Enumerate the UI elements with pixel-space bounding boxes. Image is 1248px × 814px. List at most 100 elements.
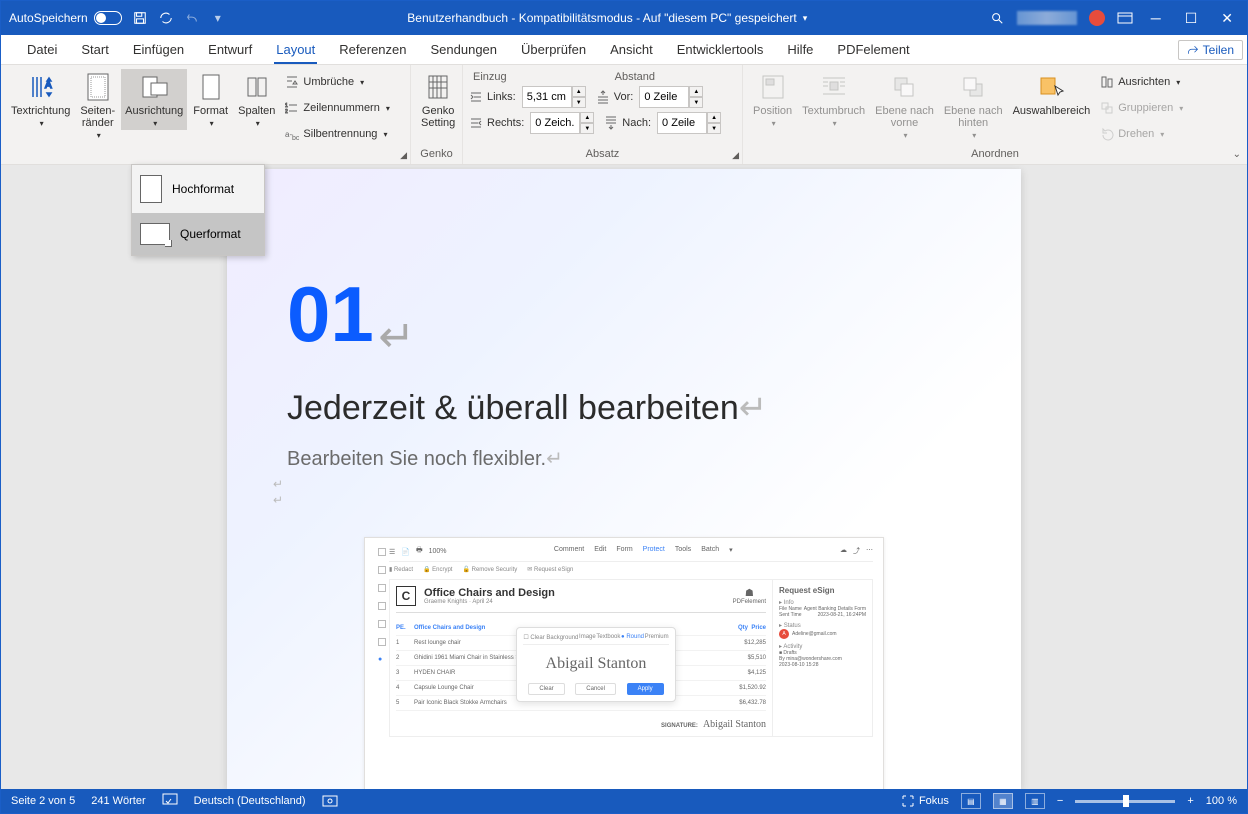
tab-entwicklertools[interactable]: Entwicklertools <box>665 35 776 64</box>
orientation-button[interactable]: Ausrichtung ▾ <box>121 69 187 130</box>
menu-tabs: Datei Start Einfügen Entwurf Layout Refe… <box>1 35 1247 65</box>
spacing-before-icon <box>596 90 610 104</box>
status-words[interactable]: 241 Wörter <box>91 795 145 807</box>
rotate-button: Drehen▾ <box>1100 122 1183 146</box>
send-backward-icon <box>957 71 989 103</box>
signature-popup: ☐ Clear Background Image Textbook ● Roun… <box>516 627 676 702</box>
align-icon <box>1100 75 1114 89</box>
minimize-button[interactable]: ─ <box>1145 10 1167 26</box>
indent-left-input[interactable]: ▲▼ <box>522 86 586 108</box>
size-label: Format <box>193 105 228 117</box>
share-button[interactable]: Teilen <box>1178 40 1243 60</box>
autosave-toggle[interactable]: AutoSpeichern <box>9 11 122 25</box>
search-icon[interactable] <box>989 10 1005 26</box>
tab-referenzen[interactable]: Referenzen <box>327 35 418 64</box>
embedded-toolbar: ▮ Redact 🔒 Encrypt 🔓 Remove Security ✉ R… <box>389 566 873 573</box>
zoom-in-button[interactable]: + <box>1187 795 1193 807</box>
page-setup-launcher[interactable]: ◢ <box>400 150 407 161</box>
margins-button[interactable]: Seiten- ränder ▾ <box>76 69 119 142</box>
statusbar: Seite 2 von 5 241 Wörter Deutsch (Deutsc… <box>1 789 1247 813</box>
margins-icon <box>82 71 114 103</box>
paragraph-mark-icon: ↵ <box>273 477 961 491</box>
columns-button[interactable]: Spalten ▾ <box>234 69 279 130</box>
undo-icon[interactable] <box>184 10 200 26</box>
size-button[interactable]: Format ▾ <box>189 69 232 130</box>
spacing-before-input[interactable]: ▲▼ <box>639 86 703 108</box>
signature-text: Abigail Stanton <box>523 645 669 683</box>
sync-icon[interactable] <box>158 10 174 26</box>
toggle-off-icon[interactable] <box>94 11 122 25</box>
align-button[interactable]: Ausrichten▾ <box>1100 70 1183 94</box>
indent-right-icon <box>469 116 483 130</box>
line-numbers-icon: 12 <box>285 101 299 115</box>
paragraph-launcher[interactable]: ◢ <box>732 150 739 161</box>
orientation-dropdown: Hochformat Querformat <box>131 164 265 256</box>
embedded-tabs: Comment Edit Form Protect Tools Batch▾ <box>554 546 733 557</box>
spacing-before[interactable]: Vor: <box>596 85 634 109</box>
zoom-level[interactable]: 100 % <box>1206 795 1237 807</box>
notification-badge[interactable] <box>1089 10 1105 26</box>
hyphenation-button[interactable]: a-bcSilbentrennung▾ <box>285 122 389 146</box>
tab-einfuegen[interactable]: Einfügen <box>121 35 196 64</box>
chevron-down-icon[interactable]: ▾ <box>803 13 808 24</box>
wrap-button: Textumbruch▾ <box>798 69 869 130</box>
embedded-sidebar: ● <box>375 546 389 789</box>
save-icon[interactable] <box>132 10 148 26</box>
spacing-after-icon <box>604 116 618 130</box>
landscape-icon <box>140 223 170 245</box>
indent-left[interactable]: Links: <box>469 85 516 109</box>
chevron-down-icon: ▾ <box>153 119 157 128</box>
zoom-slider[interactable] <box>1075 800 1175 803</box>
tab-pdfelement[interactable]: PDFelement <box>825 35 921 64</box>
selection-pane-button[interactable]: Auswahlbereich <box>1009 69 1095 119</box>
indent-right[interactable]: Rechts: <box>469 111 524 135</box>
bring-forward-icon <box>888 71 920 103</box>
document-area[interactable]: 01 ↵ Jederzeit & überall bearbeiten↵ Bea… <box>1 165 1247 789</box>
genko-button[interactable]: Genko Setting <box>417 69 459 131</box>
collapse-ribbon-icon[interactable]: ⌄ <box>1233 149 1241 160</box>
tab-datei[interactable]: Datei <box>15 35 69 64</box>
embedded-image[interactable]: ● ☰📄🖶100% Comment Edit Form Protect Tool… <box>364 537 884 789</box>
read-mode-button[interactable]: ▤ <box>961 793 981 809</box>
status-page[interactable]: Seite 2 von 5 <box>11 795 75 807</box>
user-name[interactable] <box>1017 11 1077 25</box>
group-genko: Genko <box>417 148 456 162</box>
tab-entwurf[interactable]: Entwurf <box>196 35 264 64</box>
spacing-after-input[interactable]: ▲▼ <box>657 112 721 134</box>
page-number-graphic: 01 <box>287 269 374 360</box>
orientation-portrait[interactable]: Hochformat <box>132 165 264 213</box>
paragraph-mark-icon: ↵ <box>378 312 415 361</box>
hyphenation-icon: a-bc <box>285 127 299 141</box>
text-direction-button[interactable]: A Textrichtung ▾ <box>7 69 74 130</box>
spacing-after[interactable]: Nach: <box>604 111 651 135</box>
print-layout-button[interactable]: ▦ <box>993 793 1013 809</box>
close-button[interactable]: ✕ <box>1215 10 1239 27</box>
orientation-landscape[interactable]: Querformat <box>132 213 264 255</box>
qat-customize-icon[interactable]: ▾ <box>210 10 226 26</box>
breaks-button[interactable]: Umbrüche▾ <box>285 70 389 94</box>
zoom-out-button[interactable]: − <box>1057 795 1063 807</box>
group-paragraph: Absatz <box>469 148 736 162</box>
margins-label: Seiten- ränder <box>80 105 115 129</box>
group-icon <box>1100 101 1114 115</box>
document-page[interactable]: 01 ↵ Jederzeit & überall bearbeiten↵ Bea… <box>227 169 1021 789</box>
orientation-label: Ausrichtung <box>125 105 183 117</box>
macro-icon[interactable] <box>322 793 338 810</box>
tab-hilfe[interactable]: Hilfe <box>775 35 825 64</box>
ribbon-display-icon[interactable] <box>1117 10 1133 26</box>
tab-ueberpruefen[interactable]: Überprüfen <box>509 35 598 64</box>
tab-start[interactable]: Start <box>69 35 120 64</box>
wrap-icon <box>818 71 850 103</box>
columns-icon <box>241 71 273 103</box>
svg-text:A: A <box>45 80 52 91</box>
web-layout-button[interactable]: ▥ <box>1025 793 1045 809</box>
tab-sendungen[interactable]: Sendungen <box>419 35 510 64</box>
status-language[interactable]: Deutsch (Deutschland) <box>194 795 306 807</box>
tab-ansicht[interactable]: Ansicht <box>598 35 665 64</box>
spellcheck-icon[interactable] <box>162 793 178 810</box>
tab-layout[interactable]: Layout <box>264 35 327 64</box>
maximize-button[interactable]: ☐ <box>1179 10 1204 27</box>
indent-right-input[interactable]: ▲▼ <box>530 112 594 134</box>
line-numbers-button[interactable]: 12Zeilennummern▾ <box>285 96 389 120</box>
focus-button[interactable]: Fokus <box>901 794 949 808</box>
